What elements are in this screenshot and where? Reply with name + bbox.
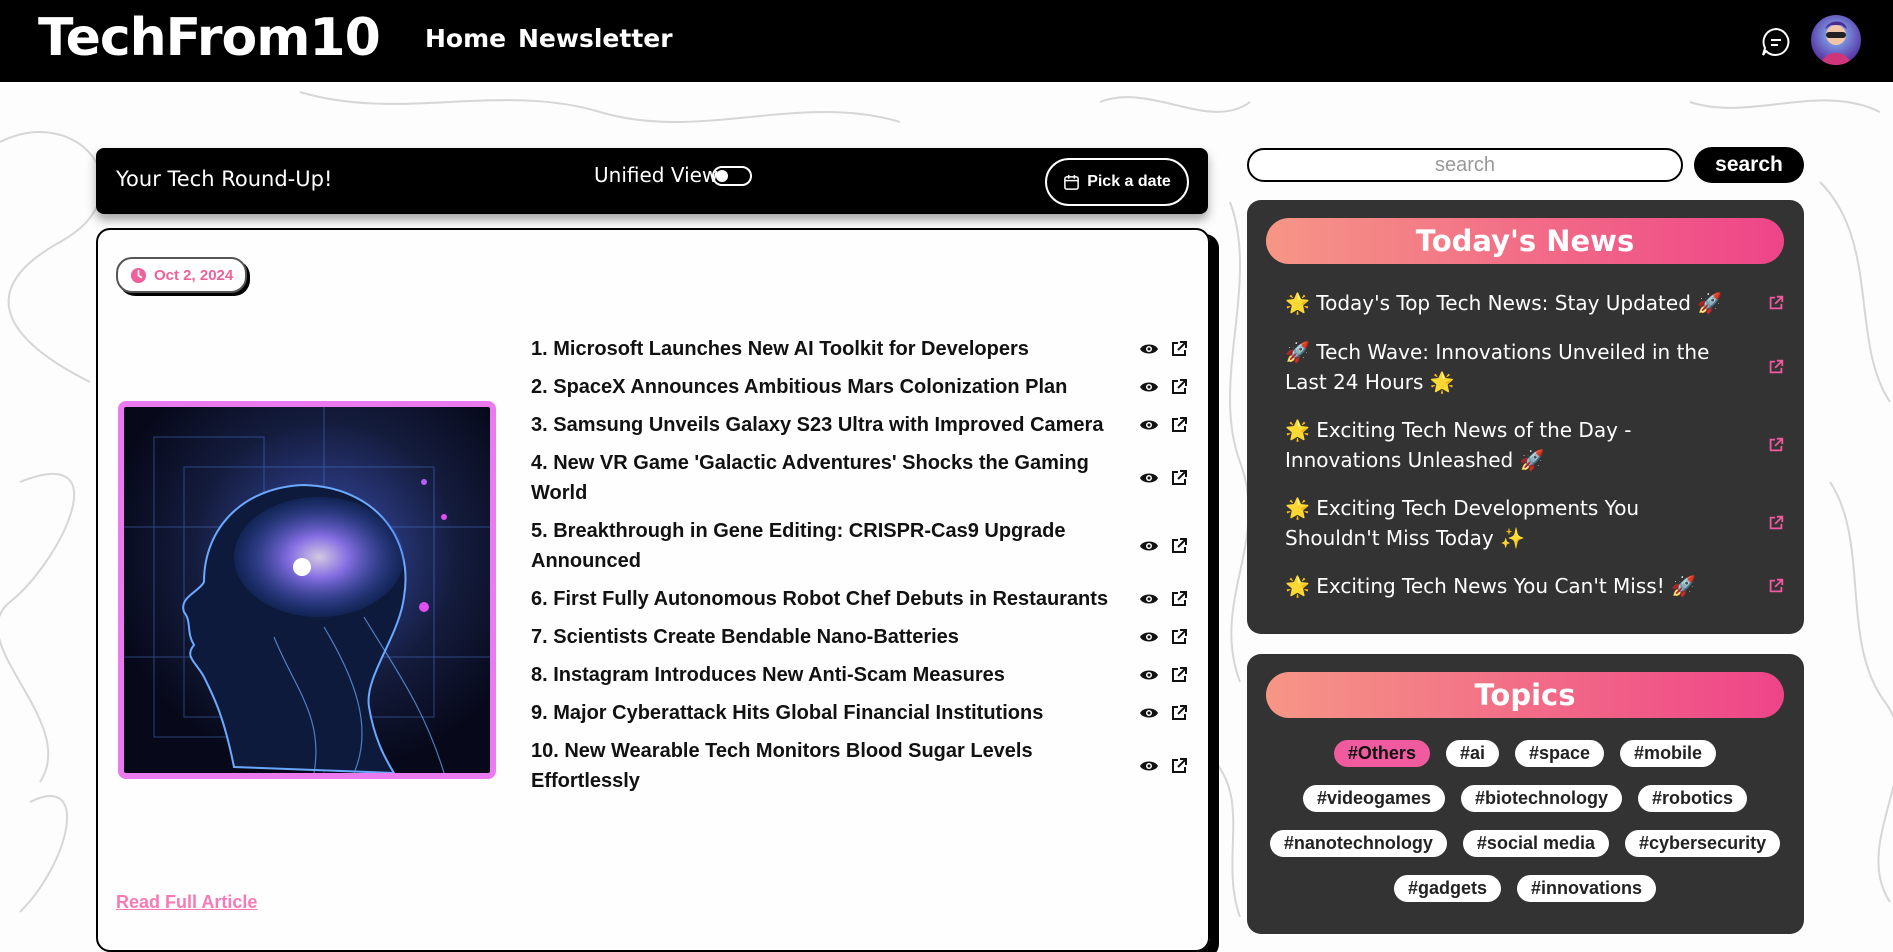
topic-tag-nanotechnology[interactable]: #nanotechnology bbox=[1269, 830, 1447, 857]
topic-tag-social-media[interactable]: #social media bbox=[1462, 830, 1609, 857]
avatar-illustration-icon bbox=[1821, 21, 1851, 65]
external-link-icon[interactable] bbox=[1767, 514, 1785, 532]
external-link-icon[interactable] bbox=[1169, 377, 1189, 397]
news-item-title[interactable]: 9. Major Cyberattack Hits Global Financi… bbox=[531, 698, 1111, 728]
todays-news-item[interactable]: 🌟 Today's Top Tech News: Stay Updated 🚀 bbox=[1285, 288, 1785, 318]
clock-icon bbox=[130, 267, 147, 283]
roundup-title: Your Tech Round-Up! bbox=[116, 167, 333, 191]
topics-heading: Topics bbox=[1266, 672, 1784, 718]
eye-icon[interactable] bbox=[1139, 468, 1159, 488]
topic-tag-space[interactable]: #space bbox=[1514, 740, 1605, 767]
news-item: 4. New VR Game 'Galactic Adventures' Sho… bbox=[531, 444, 1221, 512]
eye-icon[interactable] bbox=[1139, 665, 1159, 685]
eye-icon[interactable] bbox=[1139, 589, 1159, 609]
news-item-title[interactable]: 8. Instagram Introduces New Anti-Scam Me… bbox=[531, 660, 1111, 690]
news-item: 6. First Fully Autonomous Robot Chef Deb… bbox=[531, 580, 1221, 618]
news-item-title[interactable]: 4. New VR Game 'Galactic Adventures' Sho… bbox=[531, 448, 1111, 508]
news-item: 10. New Wearable Tech Monitors Blood Sug… bbox=[531, 732, 1221, 800]
topic-tag-ai[interactable]: #ai bbox=[1445, 740, 1499, 767]
news-item: 3. Samsung Unveils Galaxy S23 Ultra with… bbox=[531, 406, 1221, 444]
topic-tag-gadgets[interactable]: #gadgets bbox=[1393, 875, 1501, 902]
nav-home-link[interactable]: Home bbox=[425, 24, 506, 53]
external-link-icon[interactable] bbox=[1169, 756, 1189, 776]
todays-news-item[interactable]: 🌟 Exciting Tech News of the Day - Innova… bbox=[1285, 415, 1785, 475]
external-link-icon[interactable] bbox=[1169, 703, 1189, 723]
topics-panel: Topics #Others #ai #space #mobile #video… bbox=[1247, 654, 1804, 934]
todays-news-item[interactable]: 🌟 Exciting Tech News You Can't Miss! 🚀 bbox=[1285, 571, 1785, 601]
topic-tag-others[interactable]: #Others bbox=[1333, 740, 1430, 767]
news-item: 2. SpaceX Announces Ambitious Mars Colon… bbox=[531, 368, 1221, 406]
todays-news-item[interactable]: 🌟 Exciting Tech Developments You Shouldn… bbox=[1285, 493, 1785, 553]
eye-icon[interactable] bbox=[1139, 627, 1159, 647]
todays-news-item-text: 🌟 Exciting Tech News of the Day - Innova… bbox=[1285, 418, 1632, 472]
eye-icon[interactable] bbox=[1139, 339, 1159, 359]
user-avatar[interactable] bbox=[1811, 15, 1861, 65]
external-link-icon[interactable] bbox=[1767, 436, 1785, 454]
external-link-icon[interactable] bbox=[1169, 339, 1189, 359]
eye-icon[interactable] bbox=[1139, 536, 1159, 556]
news-item-title[interactable]: 2. SpaceX Announces Ambitious Mars Colon… bbox=[531, 372, 1111, 402]
external-link-icon[interactable] bbox=[1767, 358, 1785, 376]
external-link-icon[interactable] bbox=[1169, 415, 1189, 435]
top-navbar: TechFrom10 Home Newsletter bbox=[0, 0, 1893, 82]
external-link-icon[interactable] bbox=[1767, 294, 1785, 312]
todays-news-item-text: 🌟 Today's Top Tech News: Stay Updated 🚀 bbox=[1285, 291, 1723, 315]
news-item: 9. Major Cyberattack Hits Global Financi… bbox=[531, 694, 1221, 732]
unified-view-label: Unified View bbox=[594, 163, 719, 187]
todays-news-heading: Today's News bbox=[1266, 218, 1784, 264]
news-item-title[interactable]: 6. First Fully Autonomous Robot Chef Deb… bbox=[531, 584, 1111, 614]
topic-tag-videogames[interactable]: #videogames bbox=[1302, 785, 1445, 812]
topic-tag-innovations[interactable]: #innovations bbox=[1517, 875, 1657, 902]
todays-news-item-text: 🌟 Exciting Tech News You Can't Miss! 🚀 bbox=[1285, 574, 1696, 598]
todays-news-item-text: 🌟 Exciting Tech Developments You Shouldn… bbox=[1285, 496, 1640, 550]
eye-icon[interactable] bbox=[1139, 756, 1159, 776]
brand-logo[interactable]: TechFrom10 bbox=[38, 8, 381, 68]
external-link-icon[interactable] bbox=[1169, 665, 1189, 685]
unified-view-toggle[interactable] bbox=[712, 166, 752, 186]
calendar-icon bbox=[1064, 174, 1080, 190]
topic-tag-robotics[interactable]: #robotics bbox=[1638, 785, 1748, 812]
search-input[interactable] bbox=[1247, 148, 1683, 182]
nav-newsletter-link[interactable]: Newsletter bbox=[518, 24, 673, 53]
topic-tag-cybersecurity[interactable]: #cybersecurity bbox=[1625, 830, 1781, 857]
news-item-title[interactable]: 5. Breakthrough in Gene Editing: CRISPR-… bbox=[531, 516, 1111, 576]
search-button[interactable]: search bbox=[1694, 147, 1804, 183]
news-item: 1. Microsoft Launches New AI Toolkit for… bbox=[531, 330, 1221, 368]
news-item-title[interactable]: 1. Microsoft Launches New AI Toolkit for… bbox=[531, 334, 1111, 364]
todays-news-panel: Today's News 🌟 Today's Top Tech News: St… bbox=[1247, 200, 1804, 634]
external-link-icon[interactable] bbox=[1169, 468, 1189, 488]
news-item: 5. Breakthrough in Gene Editing: CRISPR-… bbox=[531, 512, 1221, 580]
ai-brain-illustration-icon bbox=[124, 407, 490, 773]
todays-news-list: 🌟 Today's Top Tech News: Stay Updated 🚀 … bbox=[1285, 288, 1785, 601]
pick-date-label: Pick a date bbox=[1087, 173, 1171, 190]
news-item-title[interactable]: 7. Scientists Create Bendable Nano-Batte… bbox=[531, 622, 1111, 652]
todays-news-item-text: 🚀 Tech Wave: Innovations Unveiled in the… bbox=[1285, 340, 1710, 394]
todays-news-item[interactable]: 🚀 Tech Wave: Innovations Unveiled in the… bbox=[1285, 337, 1785, 397]
pick-date-button[interactable]: Pick a date bbox=[1045, 158, 1189, 206]
eye-icon[interactable] bbox=[1139, 377, 1159, 397]
news-item-title[interactable]: 3. Samsung Unveils Galaxy S23 Ultra with… bbox=[531, 410, 1111, 440]
topic-tag-mobile[interactable]: #mobile bbox=[1620, 740, 1717, 767]
external-link-icon[interactable] bbox=[1169, 536, 1189, 556]
external-link-icon[interactable] bbox=[1169, 589, 1189, 609]
chat-icon[interactable] bbox=[1760, 26, 1792, 58]
article-hero-image bbox=[118, 401, 496, 779]
news-item: 8. Instagram Introduces New Anti-Scam Me… bbox=[531, 656, 1221, 694]
news-item-title[interactable]: 10. New Wearable Tech Monitors Blood Sug… bbox=[531, 736, 1111, 796]
eye-icon[interactable] bbox=[1139, 703, 1159, 723]
news-list: 1. Microsoft Launches New AI Toolkit for… bbox=[531, 330, 1221, 800]
external-link-icon[interactable] bbox=[1767, 577, 1785, 595]
external-link-icon[interactable] bbox=[1169, 627, 1189, 647]
article-date: Oct 2, 2024 bbox=[154, 266, 234, 284]
article-card: Oct 2, 2024 1. Microsoft Launches New AI… bbox=[96, 228, 1210, 952]
article-date-badge: Oct 2, 2024 bbox=[116, 257, 248, 293]
roundup-toolbar: Your Tech Round-Up! Unified View Pick a … bbox=[96, 148, 1208, 214]
topics-tag-list: #Others #ai #space #mobile #videogames #… bbox=[1266, 740, 1784, 902]
topic-tag-biotechnology[interactable]: #biotechnology bbox=[1461, 785, 1623, 812]
eye-icon[interactable] bbox=[1139, 415, 1159, 435]
read-full-article-link[interactable]: Read Full Article bbox=[116, 892, 257, 913]
news-item: 7. Scientists Create Bendable Nano-Batte… bbox=[531, 618, 1221, 656]
